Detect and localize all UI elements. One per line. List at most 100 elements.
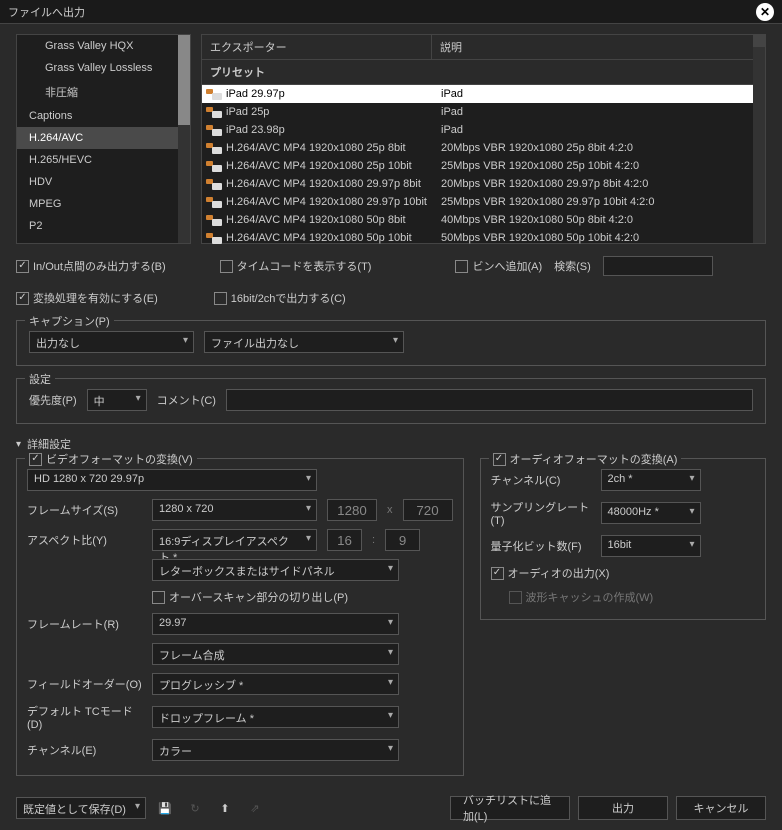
comment-input[interactable] bbox=[226, 389, 753, 411]
list-scrollbar[interactable] bbox=[753, 35, 765, 243]
titlebar: ファイルへ出力 ✕ bbox=[0, 0, 782, 24]
share-icon[interactable]: ⇗ bbox=[244, 797, 266, 819]
col-description[interactable]: 説明 bbox=[432, 35, 765, 59]
preset-row[interactable]: H.264/AVC MP4 1920x1080 50p 8bit40Mbps V… bbox=[202, 211, 765, 229]
tree-item[interactable]: MPEG bbox=[17, 193, 190, 215]
audio-channel-select[interactable]: 2ch * bbox=[601, 469, 701, 491]
preset-name: H.264/AVC MP4 1920x1080 29.97p 10bit bbox=[226, 196, 441, 208]
framerate-select[interactable]: 29.97 bbox=[152, 613, 399, 635]
height-input[interactable] bbox=[403, 499, 453, 521]
export-up-icon[interactable]: ⬆ bbox=[214, 797, 236, 819]
preset-row[interactable]: iPad 29.97piPad bbox=[202, 85, 765, 103]
preset-name: iPad 29.97p bbox=[226, 88, 441, 100]
preset-group-header: プリセット bbox=[202, 60, 765, 85]
preset-desc: 50Mbps VBR 1920x1080 50p 10bit 4:2:0 bbox=[441, 232, 639, 244]
convert-checkbox[interactable]: 変換処理を有効にする(E) bbox=[16, 290, 158, 306]
video-preset-select[interactable]: HD 1280 x 720 29.97p bbox=[27, 469, 317, 491]
export-button[interactable]: 出力 bbox=[578, 796, 668, 820]
samplerate-select[interactable]: 48000Hz * bbox=[601, 502, 701, 524]
caption-fieldset: キャプション(P) 出力なし ファイル出力なし bbox=[16, 320, 766, 366]
save-icon[interactable]: 💾 bbox=[154, 797, 176, 819]
settings-fieldset: 設定 優先度(P) 中 コメント(C) bbox=[16, 378, 766, 424]
preset-icon bbox=[206, 161, 222, 172]
preset-name: iPad 23.98p bbox=[226, 124, 441, 136]
preset-row[interactable]: H.264/AVC MP4 1920x1080 29.97p 10bit25Mb… bbox=[202, 193, 765, 211]
caption-output-select[interactable]: 出力なし bbox=[29, 331, 194, 353]
tree-item[interactable]: H.264/AVC bbox=[17, 127, 190, 149]
tree-item[interactable]: 非圧縮 bbox=[17, 79, 190, 105]
preset-list: エクスポーター 説明 プリセット iPad 29.97piPadiPad 25p… bbox=[201, 34, 766, 244]
search-label: 検索(S) bbox=[554, 258, 591, 274]
video-channel-select[interactable]: カラー bbox=[152, 739, 399, 761]
aspect-select[interactable]: 16:9ディスプレイアスペクト * bbox=[152, 529, 317, 551]
bits-select[interactable]: 16bit bbox=[601, 535, 701, 557]
preset-icon bbox=[206, 197, 222, 208]
save-default-select[interactable]: 既定値として保存(D) bbox=[16, 797, 146, 819]
category-tree[interactable]: Grass Valley HQXGrass Valley Lossless非圧縮… bbox=[16, 34, 191, 244]
batch-button[interactable]: バッチリストに追加(L) bbox=[450, 796, 570, 820]
priority-label: 優先度(P) bbox=[29, 392, 77, 408]
col-exporter[interactable]: エクスポーター bbox=[202, 35, 432, 59]
preset-desc: iPad bbox=[441, 88, 463, 100]
framecomp-select[interactable]: フレーム合成 bbox=[152, 643, 399, 665]
tree-item[interactable]: Grass Valley HQX bbox=[17, 35, 190, 57]
preset-desc: 40Mbps VBR 1920x1080 50p 8bit 4:2:0 bbox=[441, 214, 633, 226]
tcmode-select[interactable]: ドロップフレーム * bbox=[152, 706, 399, 728]
preset-icon bbox=[206, 179, 222, 190]
preset-name: H.264/AVC MP4 1920x1080 50p 10bit bbox=[226, 232, 441, 244]
caption-file-select[interactable]: ファイル出力なし bbox=[204, 331, 404, 353]
cancel-button[interactable]: キャンセル bbox=[676, 796, 766, 820]
fieldorder-select[interactable]: プログレッシブ * bbox=[152, 673, 399, 695]
tree-item[interactable]: H.265/HEVC bbox=[17, 149, 190, 171]
audio-enable-checkbox[interactable] bbox=[493, 453, 506, 466]
preset-row[interactable]: H.264/AVC MP4 1920x1080 50p 10bit50Mbps … bbox=[202, 229, 765, 247]
export-dialog: ファイルへ出力 ✕ Grass Valley HQXGrass Valley L… bbox=[0, 0, 782, 830]
tree-item[interactable]: P2 bbox=[17, 215, 190, 237]
tree-item[interactable]: Captions bbox=[17, 105, 190, 127]
overscan-checkbox[interactable]: オーバースキャン部分の切り出し(P) bbox=[152, 589, 348, 605]
preset-desc: 20Mbps VBR 1920x1080 29.97p 8bit 4:2:0 bbox=[441, 178, 648, 190]
preset-desc: iPad bbox=[441, 124, 463, 136]
preset-name: H.264/AVC MP4 1920x1080 29.97p 8bit bbox=[226, 178, 441, 190]
preset-icon bbox=[206, 89, 222, 100]
preset-name: iPad 25p bbox=[226, 106, 441, 118]
tree-scrollbar[interactable] bbox=[178, 35, 190, 243]
preset-row[interactable]: H.264/AVC MP4 1920x1080 25p 8bit20Mbps V… bbox=[202, 139, 765, 157]
preset-desc: 25Mbps VBR 1920x1080 29.97p 10bit 4:2:0 bbox=[441, 196, 654, 208]
letterbox-select[interactable]: レターボックスまたはサイドパネル bbox=[152, 559, 399, 581]
video-enable-checkbox[interactable] bbox=[29, 453, 42, 466]
list-header: エクスポーター 説明 bbox=[202, 35, 765, 60]
inout-checkbox[interactable]: In/Out点間のみ出力する(B) bbox=[16, 258, 166, 274]
audio-output-checkbox[interactable]: オーディオの出力(X) bbox=[491, 565, 610, 581]
aspect-x-input[interactable] bbox=[327, 529, 362, 551]
scroll-up-icon[interactable] bbox=[753, 35, 765, 47]
aspect-y-input[interactable] bbox=[385, 529, 420, 551]
width-input[interactable] bbox=[327, 499, 377, 521]
tree-item[interactable]: Grass Valley Lossless bbox=[17, 57, 190, 79]
timecode-checkbox[interactable]: タイムコードを表示する(T) bbox=[220, 258, 372, 274]
preset-icon bbox=[206, 107, 222, 118]
search-input[interactable] bbox=[603, 256, 713, 276]
framesize-select[interactable]: 1280 x 720 bbox=[152, 499, 317, 521]
scrollbar-thumb[interactable] bbox=[178, 35, 190, 125]
preset-row[interactable]: H.264/AVC MP4 1920x1080 25p 10bit25Mbps … bbox=[202, 157, 765, 175]
preset-icon bbox=[206, 125, 222, 136]
preset-desc: iPad bbox=[441, 106, 463, 118]
bit16-checkbox[interactable]: 16bit/2chで出力する(C) bbox=[214, 290, 346, 306]
details-toggle[interactable]: 詳細設定 bbox=[16, 436, 766, 452]
preset-icon bbox=[206, 143, 222, 154]
preset-row[interactable]: H.264/AVC MP4 1920x1080 29.97p 8bit20Mbp… bbox=[202, 175, 765, 193]
bin-checkbox[interactable]: ビンへ追加(A) bbox=[455, 258, 542, 274]
caption-title: キャプション(P) bbox=[25, 313, 114, 329]
video-fieldset: ビデオフォーマットの変換(V) HD 1280 x 720 29.97p フレー… bbox=[16, 458, 464, 776]
tree-item[interactable]: HDV bbox=[17, 171, 190, 193]
preset-desc: 25Mbps VBR 1920x1080 25p 10bit 4:2:0 bbox=[441, 160, 639, 172]
refresh-icon[interactable]: ↻ bbox=[184, 797, 206, 819]
priority-select[interactable]: 中 bbox=[87, 389, 147, 411]
preset-name: H.264/AVC MP4 1920x1080 25p 8bit bbox=[226, 142, 441, 154]
preset-row[interactable]: iPad 25piPad bbox=[202, 103, 765, 121]
close-button[interactable]: ✕ bbox=[756, 3, 774, 21]
preset-name: H.264/AVC MP4 1920x1080 50p 8bit bbox=[226, 214, 441, 226]
preset-row[interactable]: iPad 23.98piPad bbox=[202, 121, 765, 139]
wavecache-checkbox[interactable]: 波形キャッシュの作成(W) bbox=[509, 589, 654, 605]
